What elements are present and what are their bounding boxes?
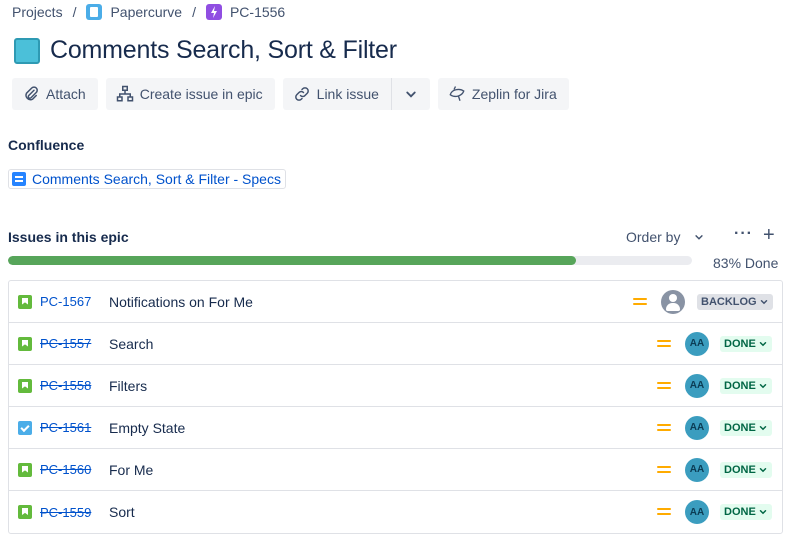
issue-row[interactable]: PC-1567 Notifications on For Me BACKLOG [9,281,782,323]
link-icon [294,87,309,101]
story-icon [18,294,32,309]
confluence-page-label: Comments Search, Sort & Filter - Specs [32,171,281,187]
status-badge[interactable]: DONE [720,504,772,520]
breadcrumb-project-label: Papercurve [110,4,183,20]
status-label: DONE [724,337,756,350]
issue-list: PC-1567 Notifications on For Me BACKLOG PC-… [8,280,783,534]
story-icon [18,505,32,519]
priority-medium-icon [633,297,647,307]
issue-summary[interactable]: Sort [109,504,135,520]
order-by-dropdown[interactable]: Order by [626,229,706,245]
chevron-down-icon [406,91,416,98]
progress-bar [8,256,692,265]
link-issue-group: Link issue [282,78,430,110]
story-icon [18,336,32,351]
zeplin-button[interactable]: Zeplin for Jira [437,78,569,110]
status-badge[interactable]: DONE [720,335,772,352]
order-by-label: Order by [626,229,681,245]
breadcrumb-project[interactable]: Papercurve [86,4,182,20]
avatar[interactable]: AA [685,415,709,440]
priority-medium-icon [657,423,671,433]
epic-lightning-icon [205,4,222,20]
avatar[interactable]: AA [685,457,709,482]
issue-key[interactable]: PC-1558 [40,378,91,393]
issue-row[interactable]: PC-1558 Filters AA DONE [9,365,782,407]
toolbar: Attach Create issue in epic Link issue Z… [12,78,569,110]
priority-medium-icon [657,465,671,475]
unassigned-avatar-icon[interactable] [661,289,685,314]
breadcrumb-epic-label: PC-1556 [229,4,286,20]
status-label: DONE [724,463,756,476]
status-badge[interactable]: DONE [720,377,772,394]
priority-medium-icon [657,381,671,391]
priority-medium-icon [657,507,671,517]
chevron-down-icon [695,235,704,240]
paperclip-icon [25,86,38,101]
epic-color-icon [14,37,40,64]
issues-heading: Issues in this epic [8,229,129,245]
link-issue-dropdown[interactable] [390,78,430,110]
more-actions-icon[interactable]: ··· [734,225,753,243]
issue-key[interactable]: PC-1567 [40,294,91,309]
chevron-down-icon [760,299,767,304]
chevron-down-icon [759,510,767,515]
issue-row[interactable]: PC-1559 Sort AA DONE [9,491,782,533]
issue-key[interactable]: PC-1559 [40,505,91,520]
breadcrumb-projects[interactable]: Projects [12,4,63,20]
project-icon [86,4,103,20]
status-badge[interactable]: BACKLOG [697,293,773,310]
avatar[interactable]: AA [685,331,709,356]
status-badge[interactable]: DONE [720,419,772,436]
status-label: BACKLOG [701,295,757,308]
zeplin-label: Zeplin for Jira [471,86,557,102]
priority-medium-icon [657,339,671,349]
status-badge[interactable]: DONE [720,461,772,478]
chevron-down-icon [759,341,767,346]
breadcrumb: Projects / Papercurve / PC-1556 [12,2,285,22]
chevron-down-icon [759,383,767,388]
issue-row[interactable]: PC-1560 For Me AA DONE [9,449,782,491]
breadcrumb-separator: / [192,4,196,20]
task-icon [18,420,32,435]
progress-fill [8,256,576,265]
add-issue-icon[interactable]: + [763,224,775,247]
breadcrumb-epic[interactable]: PC-1556 [205,4,286,20]
avatar[interactable]: AA [685,500,709,524]
status-label: DONE [724,379,756,392]
issue-key[interactable]: PC-1560 [40,462,91,477]
issue-summary[interactable]: Search [109,336,153,352]
issue-key[interactable]: PC-1557 [40,336,91,351]
issue-summary[interactable]: For Me [109,462,153,478]
issue-summary[interactable]: Empty State [109,420,185,436]
avatar[interactable]: AA [685,373,709,398]
link-issue-button[interactable]: Link issue [282,78,391,110]
issue-row[interactable]: PC-1557 Search AA DONE [9,323,782,365]
progress-label: 83% Done [713,255,779,271]
story-icon [18,462,32,477]
page-title[interactable]: Comments Search, Sort & Filter [50,36,397,65]
issue-key[interactable]: PC-1561 [40,420,91,435]
chevron-down-icon [759,467,767,472]
confluence-page-icon [12,172,26,186]
attach-label: Attach [46,86,86,102]
chevron-down-icon [759,425,767,430]
attach-button[interactable]: Attach [12,78,98,110]
title-row: Comments Search, Sort & Filter [14,36,397,65]
hierarchy-icon [116,85,133,102]
story-icon [18,378,32,393]
confluence-heading: Confluence [8,137,85,153]
issue-summary[interactable]: Filters [109,378,147,394]
breadcrumb-separator: / [72,4,77,20]
issue-summary[interactable]: Notifications on For Me [109,294,253,310]
status-label: DONE [724,421,756,434]
issue-row[interactable]: PC-1561 Empty State AA DONE [9,407,782,449]
create-issue-in-epic-button[interactable]: Create issue in epic [105,78,275,110]
confluence-page-link[interactable]: Comments Search, Sort & Filter - Specs [8,169,286,189]
zeplin-icon [449,86,465,101]
create-issue-label: Create issue in epic [139,86,263,102]
status-label: DONE [724,506,756,518]
link-issue-label: Link issue [316,86,379,102]
